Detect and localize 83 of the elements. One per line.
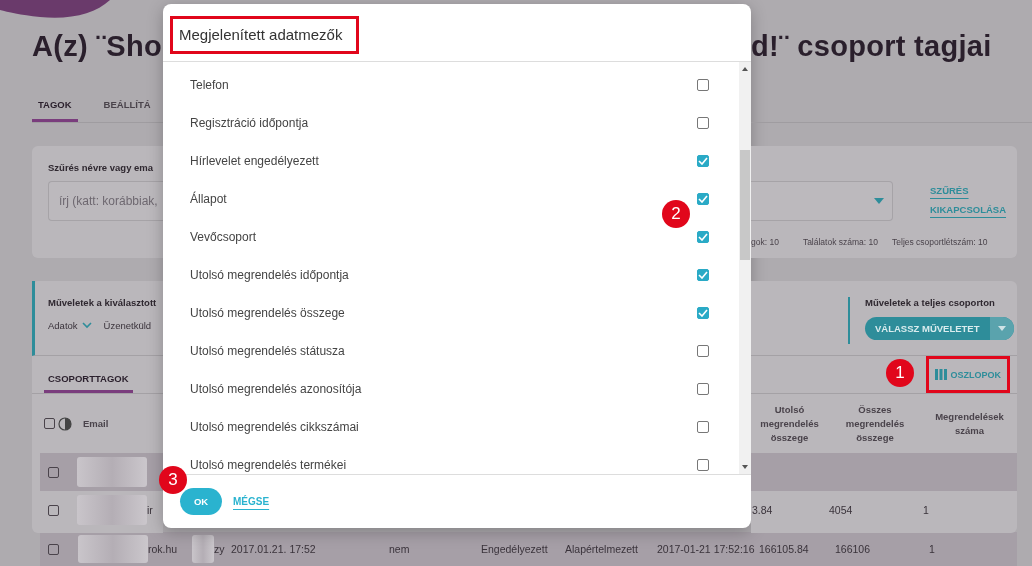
stat-text: Találatok száma: 10 (802, 237, 878, 247)
checkbox[interactable] (697, 269, 709, 281)
split-button[interactable]: VÁLASSZ MŰVELETET (865, 317, 1014, 340)
tab[interactable]: CSOPORTTAGOK (44, 373, 133, 393)
action-button[interactable]: VÁLASSZ MŰVELETET (865, 317, 990, 340)
stat-text: gok: 10 (751, 237, 779, 247)
row-checkbox[interactable] (48, 504, 59, 516)
table-row[interactable]: 3.84 4054 1 (751, 491, 1017, 529)
column-header: Utolsó megrendelés összege (759, 402, 820, 445)
redaction-blur (77, 495, 147, 525)
stat-text: Teljes csoportlétszám: 10 (892, 237, 988, 247)
menu-dropdown[interactable]: Adatok (48, 320, 92, 331)
checkbox[interactable] (697, 307, 709, 319)
table-row[interactable] (40, 453, 163, 491)
table-cell: 1 (923, 504, 929, 516)
field-label: Utolsó megrendelés időpontja (190, 268, 349, 282)
field-label: Utolsó megrendelés termékei (190, 458, 347, 472)
annotation-marker: 2 (662, 200, 690, 228)
filter-label: Szűrés névre vagy ema (48, 162, 155, 175)
row-checkbox[interactable] (48, 466, 59, 478)
table-cell-text: nem (389, 543, 411, 555)
table-cell: ir (147, 504, 153, 516)
scroll-down-icon[interactable] (741, 464, 749, 470)
tab[interactable]: TAGOK (32, 90, 78, 122)
annotation-marker: 1 (886, 359, 914, 387)
checkbox[interactable] (697, 155, 709, 167)
checkbox[interactable] (697, 421, 709, 433)
field-label: Regisztráció időpontja (190, 116, 309, 130)
checkbox[interactable] (697, 117, 709, 129)
caret-down-icon (997, 326, 1006, 331)
page-title: A(z) ¨Sho (32, 29, 163, 64)
section-title: Műveletek a teljes csoporton (865, 297, 996, 308)
table-cell-text: 2017.01.21. 17:52 (231, 543, 317, 555)
redaction-blur (77, 457, 147, 487)
select-all-checkbox[interactable] (44, 418, 55, 429)
checkbox[interactable] (697, 231, 709, 243)
search-field[interactable]: írj (katt: korábbiak, (48, 181, 163, 221)
row-checkbox[interactable] (48, 543, 59, 555)
table-cell-text: 2017-01-21 17:52:16 (657, 543, 756, 555)
field-label: Vevőcsoport (190, 230, 257, 244)
columns-icon (935, 369, 948, 380)
dropdown-toggle[interactable] (989, 317, 1014, 340)
scroll-up-icon[interactable] (741, 66, 749, 72)
field-label: Utolsó megrendelés összege (190, 306, 345, 320)
table-cell-text: zy (214, 543, 226, 555)
table-cell-text: 166105.84 (759, 543, 810, 555)
checkbox[interactable] (697, 459, 709, 471)
caret-down-icon (874, 198, 884, 204)
redaction-blur (192, 535, 214, 563)
table-row[interactable]: ir (40, 491, 163, 529)
column-header: Megrendelések száma (934, 409, 1005, 438)
table-cell-text: rok.hu (148, 543, 179, 555)
checkbox[interactable] (697, 345, 709, 357)
column-header: Összes megrendelés összege (844, 402, 906, 445)
checkbox[interactable] (697, 383, 709, 395)
page-title: d!¨ csoport tagjai (751, 29, 993, 64)
table-row[interactable]: rok.hu zy 2017.01.21. 17:52 nem Engedélyezett Alapértelmezett 2017-01-21 17:52:16 166105.84 166106 1 (40, 532, 1017, 566)
field-label: Állapot (190, 192, 227, 206)
table-cell-text: 4054 (829, 504, 854, 516)
menu-item[interactable]: Üzenetküld (103, 320, 152, 331)
table-cell-text: Engedélyezett (481, 543, 549, 555)
scrollbar[interactable] (739, 62, 751, 474)
contrast-icon (58, 416, 72, 431)
table-cell-text: Alapértelmezett (565, 543, 639, 555)
chevron-down-icon (81, 322, 92, 329)
field-label: Utolsó megrendelés cikkszámai (190, 420, 359, 434)
dialog-title: Megjelenített adatmezők (179, 26, 343, 43)
column-header: Email (83, 418, 109, 429)
field-label: Telefon (190, 78, 229, 92)
checkbox[interactable] (697, 193, 709, 205)
field-label: Utolsó megrendelés státusza (190, 344, 345, 358)
section-title: Műveletek a kiválasztott (48, 297, 158, 308)
field-label: Hírlevelet engedélyezett (190, 154, 319, 168)
field-label: Utolsó megrendelés azonosítója (190, 382, 362, 396)
table-cell-text: 166106 (835, 543, 872, 555)
annotation-marker: 3 (159, 466, 187, 494)
table-cell-text: 3.84 (752, 504, 774, 516)
scrollbar-thumb[interactable] (740, 150, 750, 260)
checkbox[interactable] (697, 79, 709, 91)
table-cell: 1 (929, 543, 935, 555)
redaction-blur (78, 535, 148, 563)
dropdown-field[interactable] (751, 181, 893, 221)
tab[interactable]: BEÁLLÍTÁ (97, 90, 157, 122)
